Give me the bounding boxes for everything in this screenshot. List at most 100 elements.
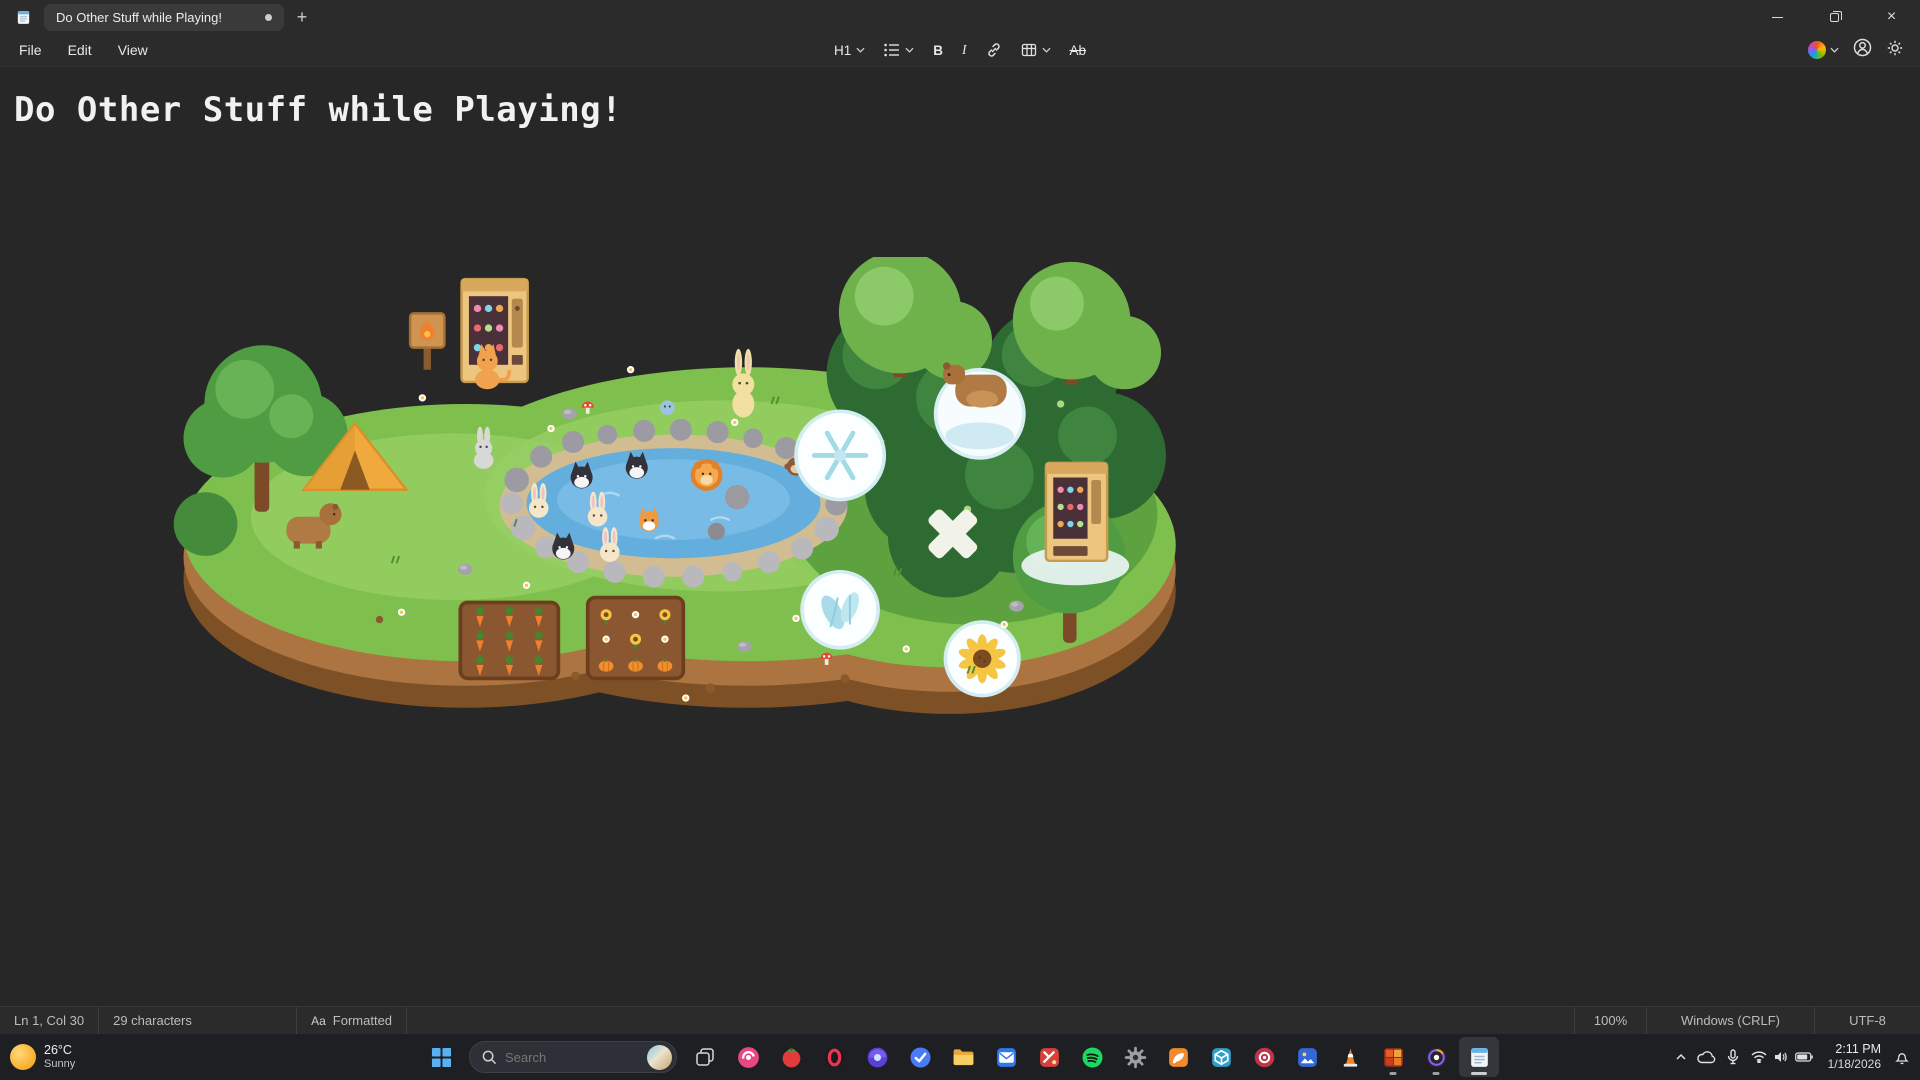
taskbar-icon-ticktick[interactable] — [900, 1037, 940, 1077]
new-tab-button[interactable]: + — [284, 4, 320, 31]
copilot-button[interactable] — [1808, 41, 1839, 59]
tray-time: 2:11 PM — [1828, 1041, 1881, 1057]
garden-plot-flowers[interactable] — [588, 598, 684, 679]
network-volume-battery-button[interactable] — [1745, 1046, 1819, 1068]
wifi-icon — [1751, 1051, 1767, 1063]
active-indicator — [1471, 1072, 1487, 1075]
weather-condition: Sunny — [44, 1058, 75, 1071]
taskbar-icon-purple-browser[interactable] — [857, 1037, 897, 1077]
slime — [660, 400, 675, 415]
status-cursor-position: Ln 1, Col 30 — [0, 1007, 99, 1034]
document-tab[interactable]: Do Other Stuff while Playing! — [44, 4, 284, 31]
status-char-count: 29 characters — [99, 1007, 297, 1034]
onedrive-button[interactable] — [1693, 1045, 1721, 1069]
document-heading[interactable]: Do Other Stuff while Playing! — [0, 68, 1920, 130]
taskbar-icon-red-game[interactable] — [1029, 1037, 1069, 1077]
bullet-list-icon — [884, 43, 900, 57]
taskbar-icon-paint[interactable] — [1158, 1037, 1198, 1077]
chevron-up-icon — [1675, 1053, 1687, 1061]
taskbar-icon-red-ring-game[interactable] — [1244, 1037, 1284, 1077]
taskbar-icon-tomato-timer[interactable] — [771, 1037, 811, 1077]
garden-plot-carrots[interactable] — [460, 602, 558, 678]
bunny-yellow[interactable] — [732, 349, 754, 418]
taskbar-icon-mail[interactable] — [986, 1037, 1026, 1077]
bell-icon — [1894, 1049, 1910, 1065]
lion-head — [691, 459, 723, 491]
formatted-icon: Aa — [311, 1014, 326, 1028]
minimize-button[interactable] — [1749, 0, 1806, 34]
chevron-down-icon — [905, 47, 914, 53]
taskbar-icon-settings-gear[interactable] — [1115, 1037, 1155, 1077]
copilot-icon — [1808, 41, 1826, 59]
link-button[interactable] — [978, 37, 1010, 63]
italic-button[interactable]: I — [954, 37, 975, 63]
minimize-icon — [1772, 17, 1783, 18]
microphone-icon — [1727, 1049, 1739, 1065]
task-view-icon — [695, 1047, 715, 1067]
list-button[interactable] — [876, 38, 922, 62]
settings-button[interactable] — [1886, 39, 1904, 62]
task-view-button[interactable] — [685, 1037, 725, 1077]
notification-center-button[interactable] — [1890, 1044, 1914, 1070]
taskbar-icon-file-explorer[interactable] — [943, 1037, 983, 1077]
clear-formatting-button[interactable]: Ab — [1062, 38, 1095, 63]
taskbar-icon-pixel-game[interactable] — [1373, 1037, 1413, 1077]
restore-button[interactable] — [1806, 0, 1863, 34]
chevron-down-icon — [1830, 47, 1839, 53]
status-bar: Ln 1, Col 30 29 characters Aa Formatted … — [0, 1006, 1920, 1034]
clock[interactable]: 2:11 PM 1/18/2026 — [1828, 1041, 1881, 1073]
account-button[interactable] — [1853, 38, 1872, 62]
titlebar: Do Other Stuff while Playing! + × — [0, 0, 1920, 34]
menu-edit[interactable]: Edit — [55, 37, 105, 63]
heading-style-button[interactable]: H1 — [826, 38, 873, 63]
restore-icon — [1830, 13, 1839, 22]
game-overlay[interactable] — [159, 257, 1188, 747]
campfire-sign — [410, 313, 444, 369]
account-icon — [1853, 38, 1872, 57]
running-indicator — [1433, 1072, 1440, 1075]
tab-title: Do Other Stuff while Playing! — [56, 10, 222, 25]
taskbar-icon-recorder[interactable] — [1416, 1037, 1456, 1077]
tray-chevron-button[interactable] — [1671, 1048, 1691, 1066]
weather-temp: 26°C — [44, 1043, 75, 1058]
close-button[interactable]: × — [1863, 0, 1920, 34]
taskbar-icon-notepad[interactable] — [1459, 1037, 1499, 1077]
bubble-sunflower[interactable] — [945, 622, 1019, 696]
pet-island-scene — [159, 257, 1188, 747]
menu-file[interactable]: File — [6, 37, 55, 63]
bubble-snowflake[interactable] — [796, 411, 884, 499]
running-indicator — [1390, 1072, 1397, 1075]
unsaved-indicator-dot — [265, 14, 272, 21]
cloud-icon — [1697, 1050, 1717, 1064]
search-icon — [482, 1050, 497, 1065]
bubble-leaf[interactable] — [802, 572, 878, 648]
chevron-down-icon — [1042, 47, 1051, 53]
taskbar-icon-vlc[interactable] — [1330, 1037, 1370, 1077]
battery-icon — [1795, 1052, 1813, 1062]
table-icon — [1021, 42, 1037, 58]
start-button[interactable] — [421, 1037, 461, 1077]
menu-bar: File Edit View H1 B I Ab — [0, 34, 1920, 67]
sun-icon — [10, 1044, 36, 1070]
search-highlight-image[interactable] — [647, 1045, 672, 1070]
microphone-button[interactable] — [1723, 1044, 1743, 1070]
search-box[interactable] — [469, 1041, 677, 1073]
taskbar-icon-teal-app[interactable] — [1201, 1037, 1241, 1077]
volume-icon — [1774, 1051, 1788, 1063]
format-toolbar: H1 B I Ab — [826, 34, 1094, 66]
search-input[interactable] — [505, 1050, 639, 1065]
taskbar-icon-photos[interactable] — [1287, 1037, 1327, 1077]
taskbar-icon-spotify[interactable] — [1072, 1037, 1112, 1077]
system-tray: 2:11 PM 1/18/2026 — [1671, 1041, 1914, 1073]
table-button[interactable] — [1013, 37, 1059, 63]
taskbar: 26°C Sunny — [0, 1034, 1920, 1080]
gear-icon — [1886, 39, 1904, 57]
status-line-ending: Windows (CRLF) — [1646, 1007, 1814, 1034]
taskbar-icon-pink-game[interactable] — [728, 1037, 768, 1077]
weather-widget[interactable]: 26°C Sunny — [10, 1043, 75, 1071]
taskbar-icon-opera-gx[interactable] — [814, 1037, 854, 1077]
bold-button[interactable]: B — [925, 38, 951, 63]
status-encoding: UTF-8 — [1814, 1007, 1920, 1034]
windows-logo-icon — [431, 1047, 452, 1068]
menu-view[interactable]: View — [105, 37, 161, 63]
